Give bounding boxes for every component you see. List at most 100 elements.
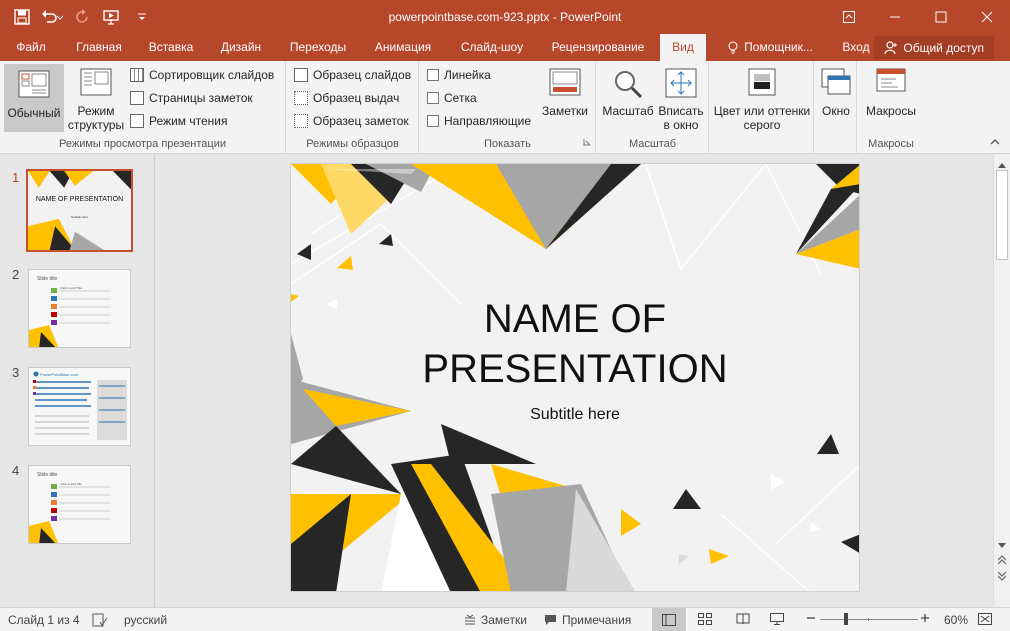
group-master-views-label: Режимы образцов <box>306 138 399 150</box>
window-icon <box>820 68 852 100</box>
scroll-up-icon[interactable] <box>998 157 1006 171</box>
notes-button[interactable]: Заметки <box>540 64 590 132</box>
reading-view-status-icon[interactable] <box>736 613 750 625</box>
vertical-scrollbar[interactable] <box>993 154 1010 607</box>
ruler-checkbox[interactable]: Линейка <box>427 65 491 85</box>
tell-me-search[interactable]: Помощник... <box>720 34 820 61</box>
notes-page-button[interactable]: Страницы заметок <box>130 88 253 108</box>
reading-view-label: Режим чтения <box>149 114 228 128</box>
notes-label: Заметки <box>542 104 588 118</box>
notes-toggle[interactable]: Заметки <box>464 613 527 627</box>
current-slide[interactable]: NAME OF PRESENTATION Subtitle here <box>290 163 860 592</box>
tab-home[interactable]: Главная <box>68 34 130 61</box>
zoom-slider-thumb[interactable] <box>844 613 848 625</box>
slide-thumbnail-2[interactable]: Slide title Click to add Title <box>28 269 131 348</box>
normal-view-icon <box>18 70 50 102</box>
thumbnail-1-title: NAME OF PRESENTATION <box>35 196 124 203</box>
slideshow-status-icon[interactable] <box>770 613 784 625</box>
guides-checkbox-box <box>427 115 439 127</box>
macros-label: Макросы <box>865 104 917 118</box>
zoom-slider[interactable] <box>820 613 918 625</box>
reading-view-button[interactable]: Режим чтения <box>130 111 227 131</box>
thumbnail-number: 1 <box>12 170 20 185</box>
macros-icon <box>875 68 907 100</box>
slide-title-line2: PRESENTATION <box>422 347 728 391</box>
minimize-icon[interactable] <box>872 0 918 34</box>
window-controls <box>826 0 1010 34</box>
tab-insert[interactable]: Вставка <box>140 34 202 61</box>
slide-sorter-status-icon[interactable] <box>698 613 712 625</box>
outline-view-button[interactable]: Режим структуры <box>66 64 126 132</box>
normal-view-button[interactable]: Обычный <box>4 64 64 132</box>
slide-thumbnail-3[interactable]: PowerPointBase.com <box>28 367 131 446</box>
zoom-percentage[interactable]: 60% <box>944 613 968 627</box>
language-indicator[interactable]: русский <box>124 613 167 627</box>
slide-master-button[interactable]: Образец слайдов <box>294 65 411 85</box>
ribbon-view: Обычный Режим структуры Сортировщик слай… <box>0 61 1010 154</box>
group-macros: Макросы Макросы <box>858 61 924 153</box>
tab-transitions[interactable]: Переходы <box>280 34 356 61</box>
group-presentation-views-label: Режимы просмотра презентации <box>58 138 227 150</box>
guides-label: Направляющие <box>444 114 532 128</box>
tab-design[interactable]: Дизайн <box>212 34 270 61</box>
grid-checkbox[interactable]: Сетка <box>427 88 477 108</box>
previous-slide-icon[interactable] <box>997 554 1007 568</box>
window-label: Окно <box>822 104 850 118</box>
slide-thumbnail-4[interactable]: Slide title Click to add Title <box>28 465 131 544</box>
slide-thumbnail-1[interactable]: NAME OF PRESENTATION Subtitle here <box>26 169 133 252</box>
normal-view-status-icon <box>662 613 676 626</box>
show-dialog-launcher-icon[interactable] <box>583 135 591 149</box>
collapse-ribbon-icon[interactable] <box>990 135 1000 149</box>
notes-master-icon <box>294 114 308 128</box>
group-presentation-views: Обычный Режим структуры Сортировщик слай… <box>0 61 286 153</box>
close-icon[interactable] <box>964 0 1010 34</box>
spellcheck-icon[interactable] <box>92 613 108 627</box>
slide-title-line1: NAME OF <box>483 297 667 341</box>
ribbon-tabs: Файл Главная Вставка Дизайн Переходы Ани… <box>0 34 1010 61</box>
zoom-button[interactable]: Масштаб <box>600 64 656 132</box>
fit-slide-icon[interactable] <box>978 613 992 625</box>
group-macros-label: Макросы <box>868 138 914 150</box>
title-bar: powerpointbase.com-923.pptx - PowerPoint <box>0 0 1010 34</box>
comments-toggle[interactable]: Примечания <box>544 613 631 627</box>
tab-file[interactable]: Файл <box>10 34 52 61</box>
notes-master-button[interactable]: Образец заметок <box>294 111 409 131</box>
tab-review[interactable]: Рецензирование <box>544 34 652 61</box>
zoom-label: Масштаб <box>602 104 654 118</box>
color-grayscale-icon <box>746 68 778 100</box>
group-zoom-label: Масштаб <box>628 138 677 150</box>
macros-button[interactable]: Макросы <box>861 64 921 132</box>
scroll-down-icon[interactable] <box>998 538 1006 552</box>
tab-animations[interactable]: Анимация <box>366 34 440 61</box>
color-grayscale-button[interactable]: Цвет или оттенки серого <box>712 64 812 132</box>
sign-in-link[interactable]: Вход <box>836 34 876 61</box>
slide-subtitle[interactable]: Subtitle here <box>291 406 859 424</box>
handout-master-label: Образец выдач <box>313 91 400 105</box>
maximize-icon[interactable] <box>918 0 964 34</box>
next-slide-icon[interactable] <box>997 570 1007 584</box>
handout-master-button[interactable]: Образец выдач <box>294 88 399 108</box>
tab-view[interactable]: Вид <box>660 34 706 61</box>
tab-slideshow[interactable]: Слайд-шоу <box>452 34 532 61</box>
notes-master-label: Образец заметок <box>313 114 409 128</box>
grid-label: Сетка <box>444 91 477 105</box>
ribbon-display-options-icon[interactable] <box>826 0 872 34</box>
ruler-label: Линейка <box>444 68 491 82</box>
notes-page-icon <box>130 91 144 105</box>
zoom-in-button[interactable] <box>920 613 930 623</box>
normal-view-label: Обычный <box>7 106 61 120</box>
normal-view-status-button[interactable] <box>652 608 686 631</box>
outline-view-icon <box>80 68 112 100</box>
window-button[interactable]: Окно <box>817 64 855 132</box>
zoom-out-button[interactable] <box>806 613 816 623</box>
reading-view-icon <box>130 114 144 128</box>
group-zoom: Масштаб Вписать в окно Масштаб <box>597 61 709 153</box>
lightbulb-icon <box>727 41 739 55</box>
fit-to-window-button[interactable]: Вписать в окно <box>656 64 706 132</box>
scrollbar-thumb[interactable] <box>996 170 1008 260</box>
magnifier-icon <box>612 68 644 100</box>
slide-sorter-button[interactable]: Сортировщик слайдов <box>130 65 274 85</box>
slide-title[interactable]: NAME OF PRESENTATION <box>291 294 859 394</box>
guides-checkbox[interactable]: Направляющие <box>427 111 531 131</box>
share-button[interactable]: Общий доступ <box>874 36 994 59</box>
